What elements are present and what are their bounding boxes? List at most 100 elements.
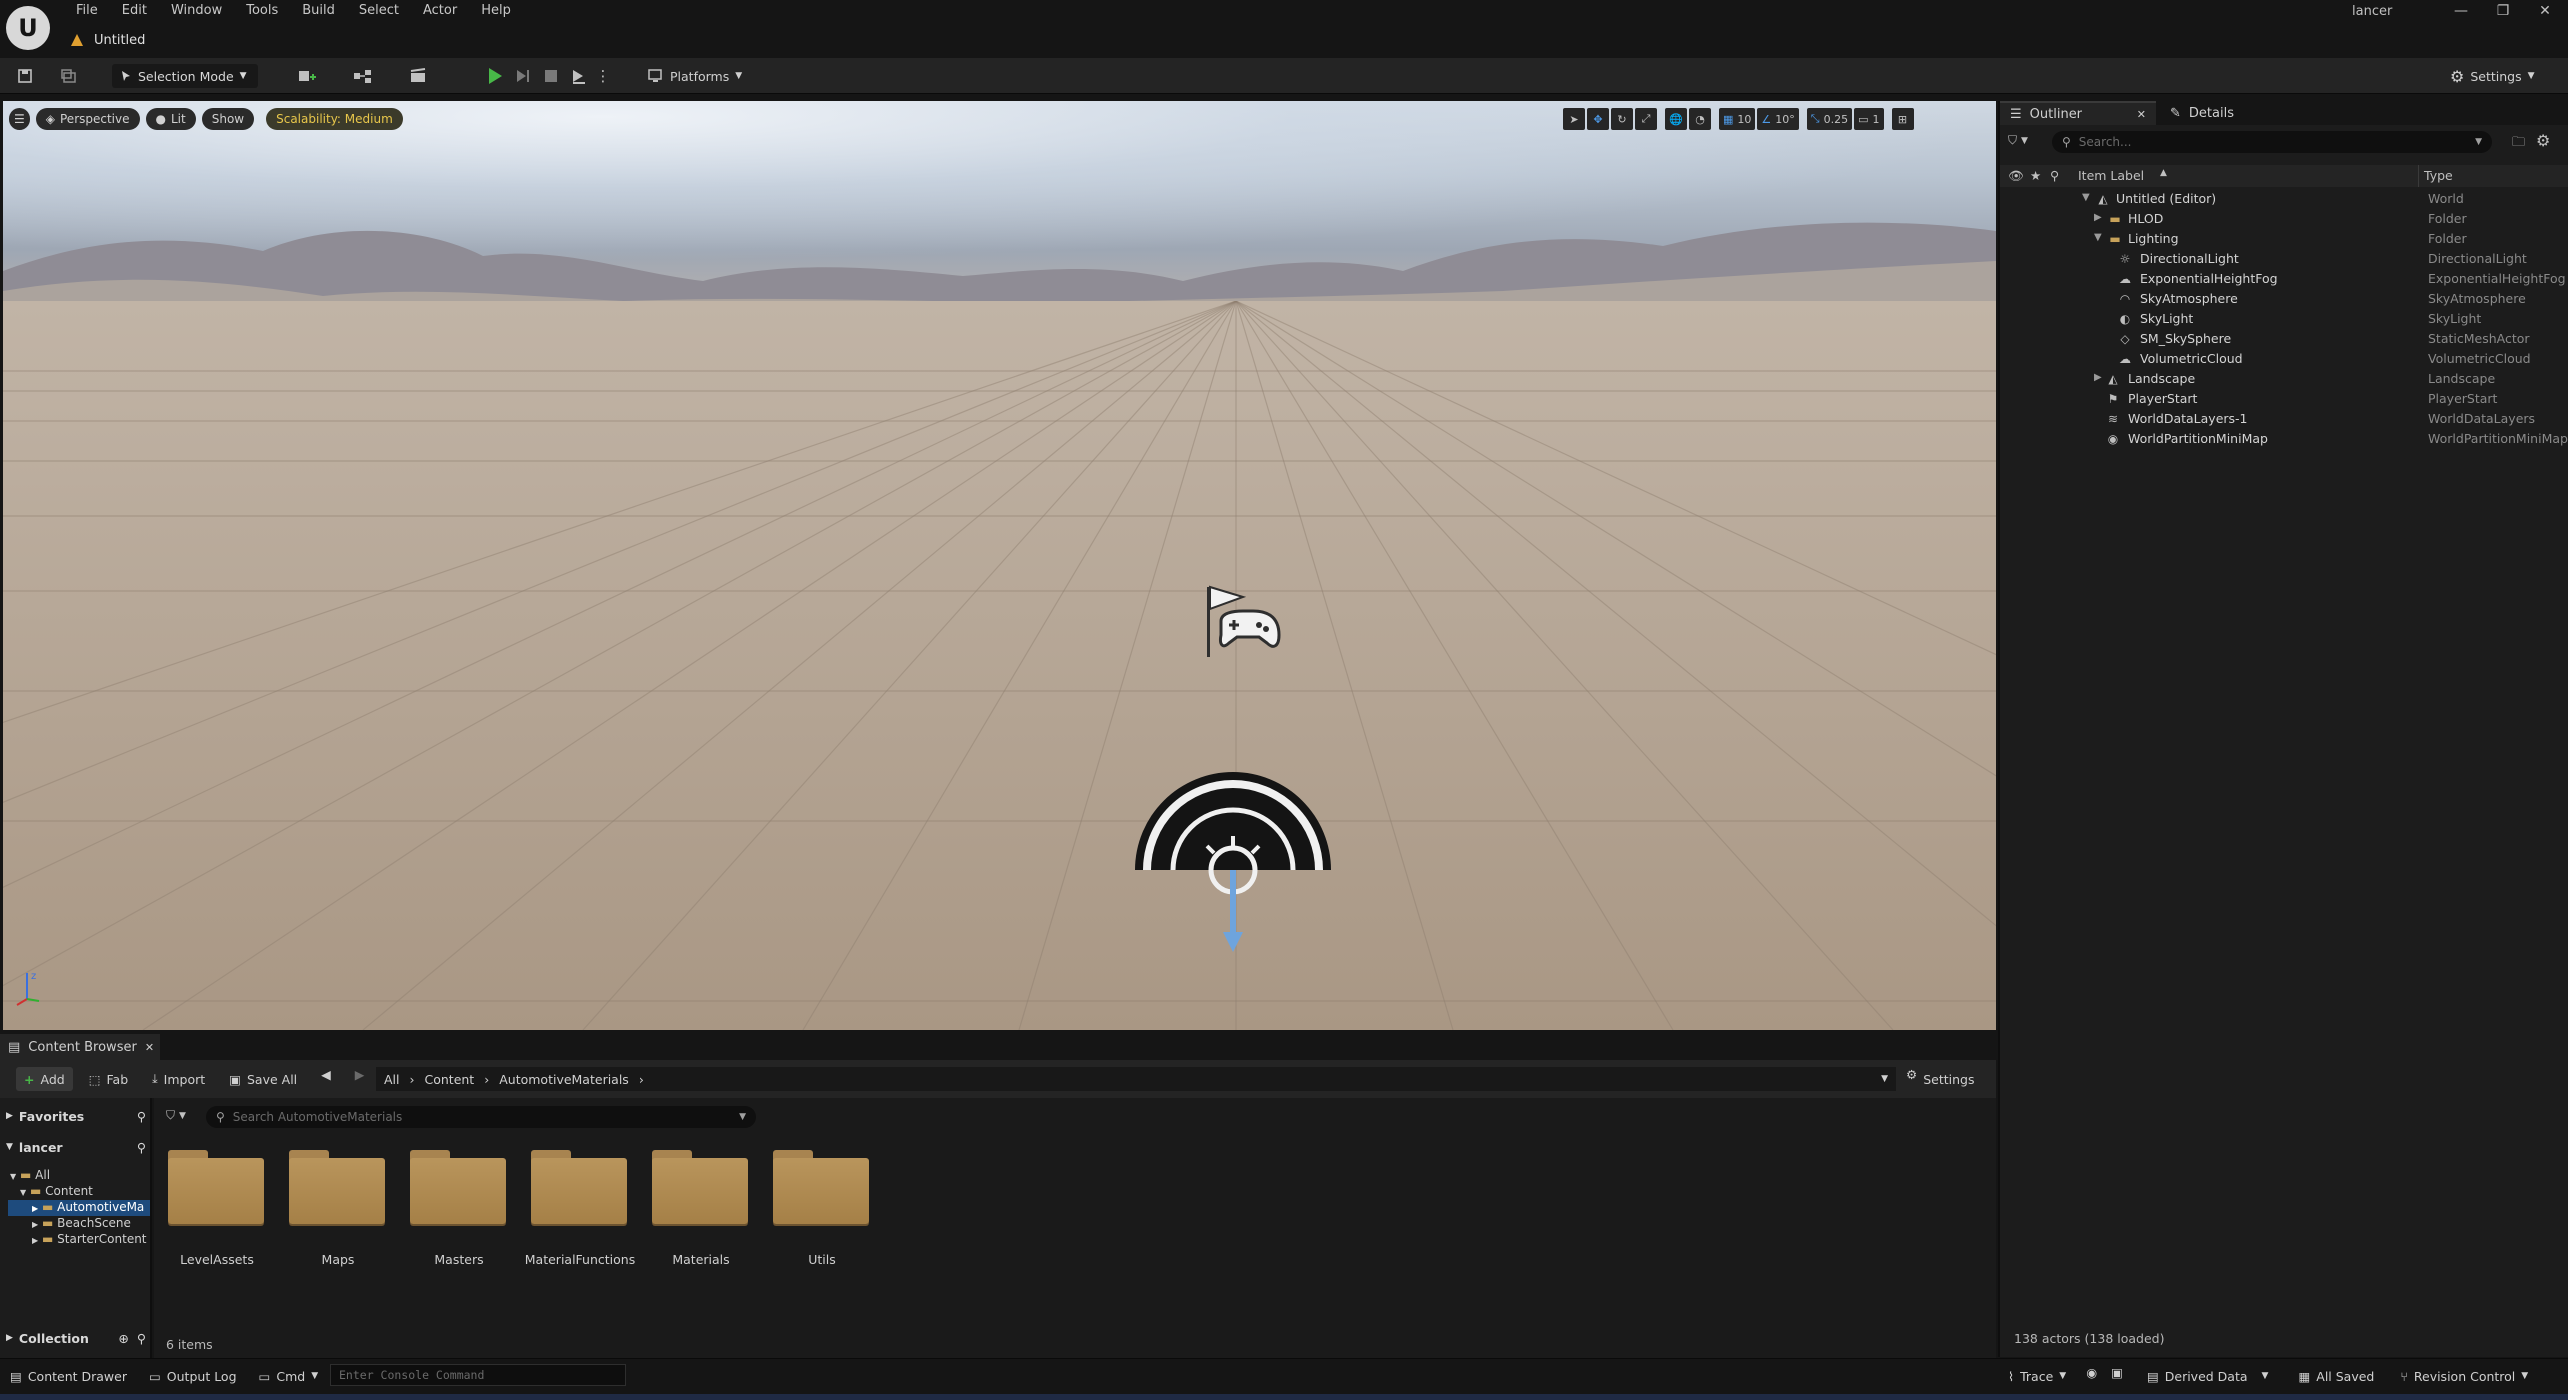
- search-icon[interactable]: ⚲: [137, 1109, 146, 1124]
- menu-tools[interactable]: Tools: [234, 0, 290, 22]
- add-collection-icon[interactable]: ⊕: [118, 1331, 128, 1346]
- collapsed-arrow-icon[interactable]: ▶: [2094, 372, 2102, 383]
- cb-settings-button[interactable]: ⚙ Settings: [1906, 1067, 1975, 1091]
- tree-item-all[interactable]: ▼ ▬ All: [10, 1168, 50, 1184]
- filter-button[interactable]: ⛉ ▼: [2008, 133, 2028, 148]
- chevron-right-icon[interactable]: ›: [639, 1072, 644, 1087]
- select-tool-icon[interactable]: ➤: [1563, 108, 1585, 130]
- cinematics-icon[interactable]: [402, 63, 438, 89]
- tree-row[interactable]: ◠ SkyAtmosphere SkyAtmosphere: [2000, 289, 2568, 309]
- screenshot-icon[interactable]: ▣: [2109, 1365, 2125, 1387]
- history-forward-icon[interactable]: ▶: [347, 1067, 373, 1091]
- play-options-icon[interactable]: ⋮: [596, 63, 611, 89]
- user-section[interactable]: ▼ lancer ⚲: [6, 1135, 146, 1159]
- tab-outliner[interactable]: ☰ Outliner ✕: [2000, 101, 2156, 125]
- breadcrumb-all[interactable]: All: [384, 1072, 400, 1087]
- breadcrumb-automotive-materials[interactable]: AutomotiveMaterials: [499, 1072, 629, 1087]
- close-window-button[interactable]: ✕: [2524, 0, 2566, 22]
- close-icon[interactable]: ✕: [2137, 108, 2146, 121]
- menu-edit[interactable]: Edit: [110, 0, 159, 22]
- cmd-dropdown[interactable]: ▭ Cmd ▼: [251, 1365, 327, 1387]
- trace-dropdown[interactable]: ⌇ Trace ▼: [2000, 1365, 2074, 1387]
- collection-section[interactable]: ▶ Collection ⊕ ⚲: [6, 1326, 146, 1350]
- play-icon[interactable]: [482, 63, 508, 89]
- tree-row[interactable]: ▼ ◭ Untitled (Editor) World: [2000, 189, 2568, 209]
- menu-build[interactable]: Build: [290, 0, 347, 22]
- folder-tile[interactable]: Materials: [638, 1148, 748, 1273]
- selection-mode-dropdown[interactable]: Selection Mode ▼: [112, 64, 258, 88]
- step-forward-icon[interactable]: [510, 63, 536, 89]
- perspective-button[interactable]: ◈ Perspective: [35, 108, 140, 130]
- menu-help[interactable]: Help: [469, 0, 523, 22]
- all-saved-button[interactable]: ▦ All Saved: [2290, 1365, 2382, 1387]
- scale-snap-button[interactable]: ⤡ 0.25: [1806, 108, 1853, 130]
- level-viewport[interactable]: ☰ ◈ Perspective ● Lit Show Scalability: …: [3, 101, 1996, 1030]
- folder-tile[interactable]: MaterialFunctions: [517, 1148, 635, 1273]
- collapsed-arrow-icon[interactable]: ▶: [2094, 212, 2102, 223]
- breadcrumb-content[interactable]: Content: [425, 1072, 475, 1087]
- viewport-menu-icon[interactable]: ☰: [9, 108, 30, 130]
- tree-row[interactable]: ☁ ExponentialHeightFog ExponentialHeight…: [2000, 269, 2568, 289]
- console-command-input[interactable]: Enter Console Command: [330, 1364, 626, 1386]
- tree-row[interactable]: ≋ WorldDataLayers-1 WorldDataLayers: [2000, 409, 2568, 429]
- pin-star-icon[interactable]: ★: [2030, 168, 2041, 183]
- platforms-dropdown[interactable]: Platforms ▼: [648, 64, 742, 88]
- eject-icon[interactable]: [566, 63, 592, 89]
- chevron-down-icon[interactable]: ▼: [2475, 137, 2482, 147]
- import-button[interactable]: ⤓ Import: [144, 1067, 213, 1091]
- scalability-badge[interactable]: Scalability: Medium: [266, 108, 403, 130]
- expand-arrow-icon[interactable]: ▼: [2094, 232, 2102, 243]
- surface-snap-icon[interactable]: ◔: [1689, 108, 1711, 130]
- view-mode-button[interactable]: ● Lit: [145, 108, 196, 130]
- fab-button[interactable]: ⬚ Fab: [81, 1067, 136, 1091]
- save-all-button[interactable]: ▣ Save All: [221, 1067, 305, 1091]
- maximize-button[interactable]: ❐: [2482, 0, 2524, 22]
- world-space-icon[interactable]: 🌐: [1665, 108, 1687, 130]
- menu-actor[interactable]: Actor: [411, 0, 469, 22]
- scale-tool-icon[interactable]: ⤢: [1635, 108, 1657, 130]
- rotate-tool-icon[interactable]: ↻: [1611, 108, 1633, 130]
- tree-item-automotive-materials[interactable]: ▶ ▬ AutomotiveMa: [8, 1200, 150, 1216]
- add-button[interactable]: + Add: [16, 1067, 73, 1091]
- favorites-section[interactable]: ▶ Favorites ⚲: [6, 1104, 146, 1128]
- derived-data-dropdown[interactable]: ▤ Derived Data ▼: [2139, 1365, 2277, 1387]
- browse-level-icon[interactable]: [56, 63, 82, 89]
- tree-row[interactable]: ☁ VolumetricCloud VolumetricCloud: [2000, 349, 2568, 369]
- folder-tile[interactable]: Utils: [759, 1148, 869, 1273]
- tree-row[interactable]: ◉ WorldPartitionMiniMap WorldPartitionMi…: [2000, 429, 2568, 449]
- show-button[interactable]: Show: [201, 108, 255, 130]
- tree-row[interactable]: ◇ SM_SkySphere StaticMeshActor: [2000, 329, 2568, 349]
- lock-icon[interactable]: ⚲: [2050, 168, 2059, 183]
- save-icon[interactable]: [12, 63, 38, 89]
- asset-filter-button[interactable]: ⛉ ▼: [166, 1108, 186, 1123]
- stop-icon[interactable]: [538, 63, 564, 89]
- unreal-logo-icon[interactable]: U: [6, 6, 50, 50]
- content-drawer-button[interactable]: ▤ Content Drawer: [2, 1365, 135, 1387]
- player-start-icon[interactable]: [1203, 583, 1285, 663]
- tree-row[interactable]: ▼ ▬ Lighting Folder: [2000, 229, 2568, 249]
- menu-select[interactable]: Select: [347, 0, 411, 22]
- tree-item-content[interactable]: ▼ ▬ Content: [20, 1184, 93, 1200]
- column-type[interactable]: Type: [2424, 168, 2453, 183]
- tree-row[interactable]: ▶ ◭ Landscape Landscape: [2000, 369, 2568, 389]
- minimize-button[interactable]: —: [2440, 0, 2482, 22]
- tree-row[interactable]: ⚑ PlayerStart PlayerStart: [2000, 389, 2568, 409]
- chevron-down-icon[interactable]: ▼: [739, 1112, 746, 1122]
- menu-window[interactable]: Window: [159, 0, 234, 22]
- folder-tile[interactable]: Masters: [396, 1148, 506, 1273]
- tree-row[interactable]: ☼ DirectionalLight DirectionalLight: [2000, 249, 2568, 269]
- maximize-viewport-icon[interactable]: ⊞: [1891, 108, 1914, 130]
- tree-row[interactable]: ▶ ▬ HLOD Folder: [2000, 209, 2568, 229]
- asset-search-input[interactable]: ⚲ Search AutomotiveMaterials ▼: [206, 1106, 756, 1128]
- blueprint-icon[interactable]: [346, 63, 382, 89]
- translate-tool-icon[interactable]: ✥: [1587, 108, 1609, 130]
- level-tab[interactable]: Untitled: [70, 28, 145, 52]
- add-folder-icon[interactable]: 🗀: [2512, 133, 2525, 155]
- revision-control-dropdown[interactable]: ⑂ Revision Control ▼: [2392, 1365, 2536, 1387]
- visibility-eye-icon[interactable]: 👁: [2008, 168, 2024, 184]
- gear-icon[interactable]: ⚙: [2536, 131, 2550, 150]
- tab-details[interactable]: ✎ Details: [2160, 101, 2244, 125]
- expand-arrow-icon[interactable]: ▼: [2082, 192, 2090, 203]
- settings-dropdown[interactable]: ⚙ Settings ▼: [2450, 64, 2535, 88]
- outliner-search-input[interactable]: ⚲ Search... ▼: [2052, 131, 2492, 153]
